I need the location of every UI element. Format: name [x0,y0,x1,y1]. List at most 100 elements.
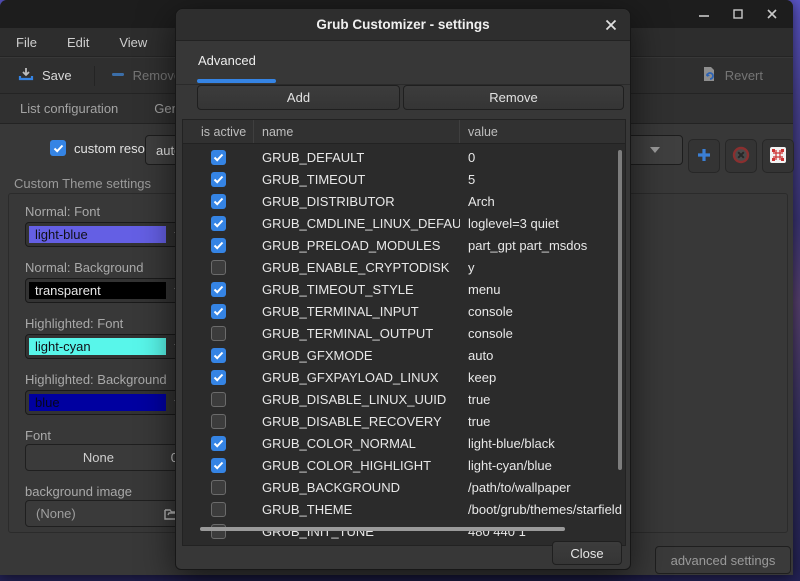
row-name[interactable]: GRUB_DISTRIBUTOR [254,194,460,209]
row-name[interactable]: GRUB_DISABLE_LINUX_UUID [254,392,460,407]
row-name[interactable]: GRUB_CMDLINE_LINUX_DEFAULT [254,216,460,231]
table-row[interactable]: GRUB_TIMEOUT5 [183,168,625,190]
normal-font-combo[interactable]: light-blue [25,222,191,247]
row-checkbox[interactable] [211,458,226,473]
row-value[interactable]: 5 [460,172,625,187]
row-name[interactable]: GRUB_BACKGROUND [254,480,460,495]
row-value[interactable]: part_gpt part_msdos [460,238,625,253]
row-value[interactable]: loglevel=3 quiet [460,216,625,231]
row-checkbox[interactable] [211,172,226,187]
remove-entry-button[interactable]: Remove [403,85,624,110]
column-is-active[interactable]: is active [183,120,254,143]
table-row[interactable]: GRUB_THEME/boot/grub/themes/starfield [183,498,625,520]
table-row[interactable]: GRUB_BACKGROUND/path/to/wallpaper [183,476,625,498]
menu-view[interactable]: View [117,33,149,52]
background-image-chooser[interactable]: (None) [25,500,191,527]
row-value[interactable]: true [460,392,625,407]
add-resolution-button[interactable] [688,139,720,173]
table-row[interactable]: GRUB_TERMINAL_OUTPUTconsole [183,322,625,344]
row-name[interactable]: GRUB_DISABLE_RECOVERY [254,414,460,429]
font-chooser-button[interactable]: None 0 [25,444,191,471]
row-value[interactable]: 0 [460,150,625,165]
row-name[interactable]: GRUB_COLOR_HIGHLIGHT [254,458,460,473]
row-name[interactable]: GRUB_THEME [254,502,460,517]
table-row[interactable]: GRUB_COLOR_HIGHLIGHTlight-cyan/blue [183,454,625,476]
remove-resolution-button[interactable] [725,139,757,173]
row-value[interactable]: auto [460,348,625,363]
column-name[interactable]: name [254,120,460,143]
table-row[interactable]: GRUB_GFXMODEauto [183,344,625,366]
normal-background-combo[interactable]: transparent [25,278,191,303]
row-checkbox[interactable] [211,392,226,407]
row-value[interactable]: light-cyan/blue [460,458,625,473]
table-row[interactable]: GRUB_GFXPAYLOAD_LINUXkeep [183,366,625,388]
row-name[interactable]: GRUB_INIT_TUNE [254,524,460,539]
close-button[interactable]: Close [552,541,622,565]
custom-resolution-checkbox[interactable] [50,140,66,156]
close-icon[interactable] [765,7,779,21]
minimize-icon[interactable] [697,7,711,21]
row-checkbox[interactable] [211,370,226,385]
row-value[interactable]: console [460,304,625,319]
row-value[interactable]: 480 440 1 [460,524,625,539]
advanced-settings-button[interactable]: advanced settings [655,546,791,574]
table-row[interactable]: GRUB_DEFAULT0 [183,146,625,168]
row-name[interactable]: GRUB_COLOR_NORMAL [254,436,460,451]
row-name[interactable]: GRUB_TIMEOUT_STYLE [254,282,460,297]
row-checkbox[interactable] [211,502,226,517]
horizontal-scrollbar[interactable] [200,527,565,531]
row-value[interactable]: /boot/grub/themes/starfield [460,502,625,517]
row-checkbox[interactable] [211,194,226,209]
column-value[interactable]: value [460,120,625,143]
row-name[interactable]: GRUB_GFXPAYLOAD_LINUX [254,370,460,385]
row-checkbox[interactable] [211,260,226,275]
table-row[interactable]: GRUB_TIMEOUT_STYLEmenu [183,278,625,300]
row-value[interactable]: y [460,260,625,275]
tab-list-configuration[interactable]: List configuration [2,95,136,122]
row-value[interactable]: light-blue/black [460,436,625,451]
menu-file[interactable]: File [14,33,39,52]
row-name[interactable]: GRUB_ENABLE_CRYPTODISK [254,260,460,275]
vertical-scrollbar[interactable] [618,150,622,470]
row-checkbox[interactable] [211,414,226,429]
dialog-close-icon[interactable] [604,18,618,32]
row-checkbox[interactable] [211,480,226,495]
maximize-icon[interactable] [731,7,745,21]
table-row[interactable]: GRUB_DISTRIBUTORArch [183,190,625,212]
row-name[interactable]: GRUB_TERMINAL_OUTPUT [254,326,460,341]
row-value[interactable]: Arch [460,194,625,209]
table-row[interactable]: GRUB_DISABLE_RECOVERYtrue [183,410,625,432]
row-checkbox[interactable] [211,436,226,451]
menu-edit[interactable]: Edit [65,33,91,52]
save-button[interactable]: Save [10,62,80,89]
row-checkbox[interactable] [211,238,226,253]
color-grid-button[interactable] [762,139,794,173]
row-checkbox[interactable] [211,524,226,539]
row-name[interactable]: GRUB_DEFAULT [254,150,460,165]
row-checkbox[interactable] [211,326,226,341]
table-row[interactable]: GRUB_TERMINAL_INPUTconsole [183,300,625,322]
revert-button[interactable]: Revert [693,62,771,89]
highlighted-background-combo[interactable]: blue [25,390,191,415]
row-checkbox[interactable] [211,282,226,297]
table-row[interactable]: GRUB_INIT_TUNE480 440 1 [183,520,625,542]
row-name[interactable]: GRUB_PRELOAD_MODULES [254,238,460,253]
highlighted-font-combo[interactable]: light-cyan [25,334,191,359]
row-checkbox[interactable] [211,216,226,231]
table-row[interactable]: GRUB_PRELOAD_MODULESpart_gpt part_msdos [183,234,625,256]
row-checkbox[interactable] [211,348,226,363]
row-name[interactable]: GRUB_TERMINAL_INPUT [254,304,460,319]
row-name[interactable]: GRUB_GFXMODE [254,348,460,363]
row-checkbox[interactable] [211,150,226,165]
table-row[interactable]: GRUB_DISABLE_LINUX_UUIDtrue [183,388,625,410]
table-row[interactable]: GRUB_CMDLINE_LINUX_DEFAULTloglevel=3 qui… [183,212,625,234]
table-row[interactable]: GRUB_ENABLE_CRYPTODISKy [183,256,625,278]
row-value[interactable]: true [460,414,625,429]
add-entry-button[interactable]: Add [197,85,400,110]
row-name[interactable]: GRUB_TIMEOUT [254,172,460,187]
row-value[interactable]: menu [460,282,625,297]
row-value[interactable]: /path/to/wallpaper [460,480,625,495]
row-checkbox[interactable] [211,304,226,319]
row-value[interactable]: keep [460,370,625,385]
table-row[interactable]: GRUB_COLOR_NORMALlight-blue/black [183,432,625,454]
